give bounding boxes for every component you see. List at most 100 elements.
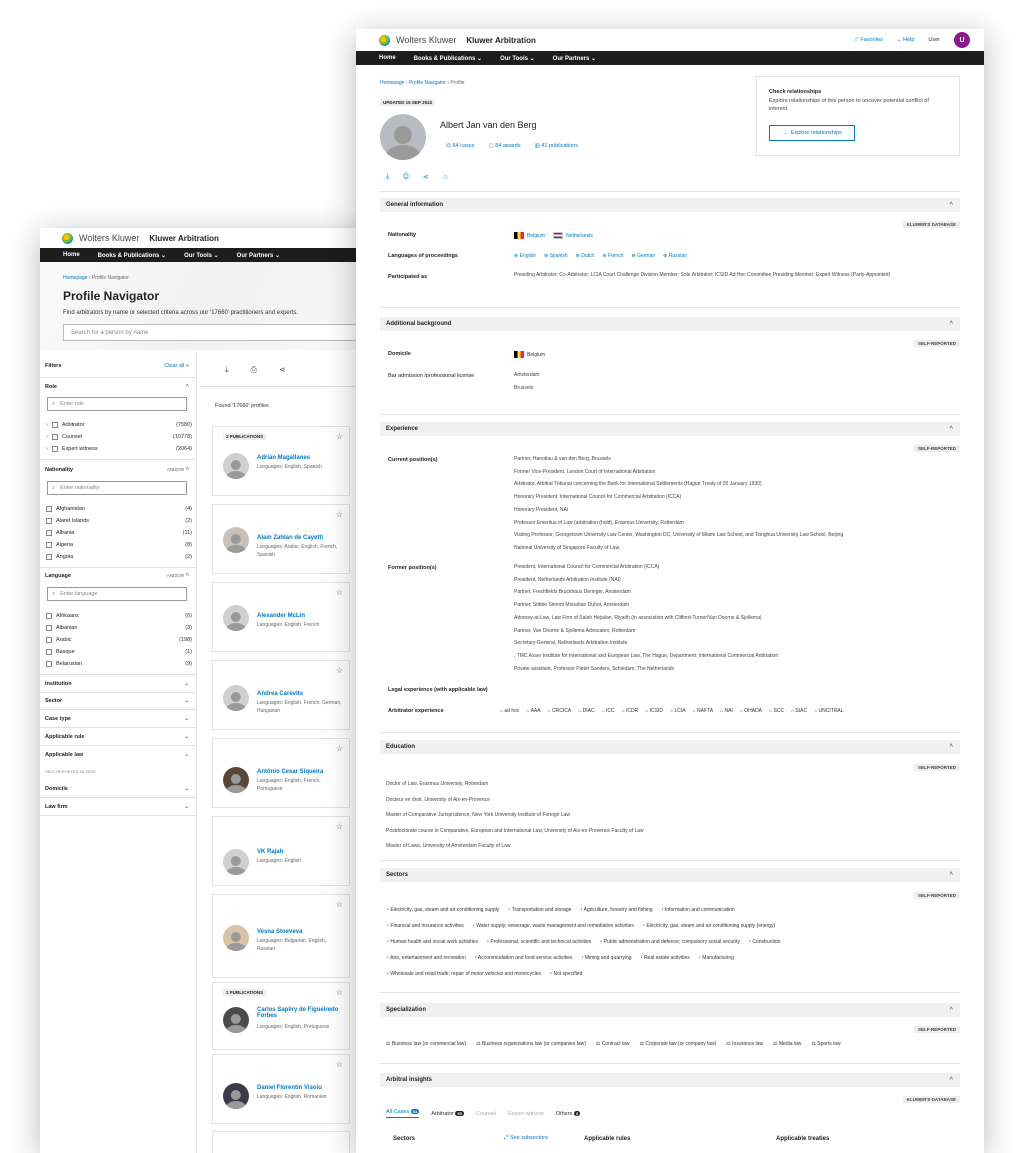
- institution-tag[interactable]: ⌂ NAFTA: [693, 708, 713, 714]
- profile-card[interactable]: ☆ Alain Zahlan de Cayetti Languages: Arabi…: [212, 504, 350, 574]
- language-option[interactable]: Afrikaans (6): [46, 613, 196, 619]
- logo[interactable]: Wolters Kluwer Kluwer Arbitration: [62, 232, 219, 244]
- star-icon[interactable]: ☆: [336, 900, 343, 909]
- see-subsectors-link[interactable]: ⤢ See subsectors: [504, 1135, 548, 1142]
- filter-sector[interactable]: Sector ⌄: [45, 698, 195, 704]
- tab-others[interactable]: Others 3: [556, 1110, 581, 1117]
- education-section[interactable]: Education ^: [380, 740, 960, 754]
- filter-law-firm[interactable]: Law firm ⌄: [45, 804, 195, 810]
- nationality-option[interactable]: Afghanistan (4): [46, 506, 196, 512]
- tab-expert-witness[interactable]: Expert witness: [508, 1111, 544, 1117]
- filter-applicable-law[interactable]: Applicable law ⌄: [45, 752, 195, 758]
- breadcrumb-navigator[interactable]: Profile Navigator: [409, 80, 446, 86]
- institution-tag[interactable]: ⌂ UNCITRAL: [814, 708, 843, 714]
- awards-link[interactable]: ▢ 84 awards: [488, 143, 520, 149]
- nationality-option[interactable]: Algeria (8): [46, 542, 196, 548]
- institution-tag[interactable]: ⌂ DIAC: [578, 708, 594, 714]
- star-icon[interactable]: ☆: [336, 744, 343, 753]
- logo[interactable]: Wolters Kluwer Kluwer Arbitration: [379, 34, 536, 46]
- menu-partners[interactable]: Our Partners ⌄: [553, 55, 596, 62]
- profile-name[interactable]: Carlos Sapliry de Figueiredo Forbes: [257, 1007, 349, 1019]
- filter-role[interactable]: Role ^: [45, 384, 195, 390]
- profile-card[interactable]: 2 PUBLICATIONS ☆ Adrián Magallanes Language…: [212, 426, 350, 496]
- profile-name[interactable]: Alain Zahlan de Cayetti: [257, 535, 323, 541]
- institution-tag[interactable]: ⌂ OHADA: [740, 708, 762, 714]
- institution-tag[interactable]: ⌂ LCIA: [670, 708, 686, 714]
- profile-card[interactable]: ☆ VK Rajah Languages: English: [212, 816, 350, 886]
- share-icon[interactable]: ⋖: [423, 173, 429, 181]
- role-option[interactable]: › Counsel (10778): [46, 434, 196, 440]
- filter-domicile[interactable]: Domicile ⌄: [45, 786, 195, 792]
- general-information-section[interactable]: General information ^: [380, 198, 960, 212]
- explore-relationships-button[interactable]: → Explore relationships: [769, 125, 855, 141]
- nationality-option[interactable]: Angola (2): [46, 554, 196, 560]
- download-icon[interactable]: ⤓: [386, 173, 389, 181]
- nationality-input[interactable]: ⌕ Enter nationality: [47, 481, 187, 495]
- profile-card[interactable]: 2 PUBLICATIONS ☆ Carlos Sapliry de Figueir…: [212, 982, 350, 1050]
- filter-applicable-rule[interactable]: Applicable rule ⌄: [45, 734, 195, 740]
- language-option[interactable]: Arabic (198): [46, 637, 196, 643]
- profile-name[interactable]: VK Rajah: [257, 849, 283, 855]
- menu-books[interactable]: Books & Publications ⌄: [98, 252, 166, 259]
- institution-tag[interactable]: ⌂ ICC: [602, 708, 615, 714]
- favorites-link[interactable]: ☆ Favorites: [854, 37, 883, 43]
- profile-card[interactable]: ☆ Andrea Carevits Languages: English, Fren…: [212, 660, 350, 730]
- menu-home[interactable]: Home: [379, 55, 396, 61]
- cases-link[interactable]: ⚖ 64 cases: [446, 143, 474, 149]
- clear-all-link[interactable]: Clear all: [164, 363, 184, 369]
- profile-card[interactable]: ☆ Alexander McLin Languages: English, Fren…: [212, 582, 350, 652]
- star-icon[interactable]: ☆: [336, 988, 343, 997]
- sectors-section[interactable]: Sectors ^: [380, 868, 960, 882]
- user-avatar[interactable]: U: [954, 32, 970, 48]
- filter-institution[interactable]: Institution ⌄: [45, 681, 195, 687]
- experience-section[interactable]: Experience ^: [380, 422, 960, 436]
- language-option[interactable]: Basque (1): [46, 649, 196, 655]
- profile-name[interactable]: Andrea Carevits: [257, 691, 303, 697]
- help-link[interactable]: ⌄ Help: [897, 37, 914, 43]
- profile-card[interactable]: [212, 1131, 350, 1153]
- profile-name[interactable]: Adrián Magallanes: [257, 455, 310, 461]
- profile-card[interactable]: ☆ Vesna Stoeveva Languages: Bulgarian, Eng…: [212, 894, 350, 978]
- nationality-option[interactable]: Aland Islands (2): [46, 518, 196, 524]
- menu-tools[interactable]: Our Tools ⌄: [184, 252, 219, 259]
- institution-tag[interactable]: ⌂ ICSID: [645, 708, 663, 714]
- institution-tag[interactable]: ⌂ ad hoc: [500, 708, 519, 714]
- collapse-panel-icon[interactable]: «: [186, 363, 189, 369]
- role-option[interactable]: › Expert witness (2064): [46, 446, 196, 452]
- breadcrumb-home[interactable]: Homepage: [63, 275, 87, 281]
- role-option[interactable]: › Arbitrator (7580): [46, 422, 196, 428]
- print-icon[interactable]: ⎙: [251, 365, 257, 375]
- institution-tag[interactable]: ⌂ SCC: [769, 708, 784, 714]
- star-icon[interactable]: ☆: [336, 1060, 343, 1069]
- share-icon[interactable]: ⋖: [279, 365, 286, 375]
- menu-partners[interactable]: Our Partners ⌄: [237, 252, 280, 259]
- filter-language[interactable]: Language AND|OR ^: [45, 573, 195, 579]
- profile-name[interactable]: Vesna Stoeveva: [257, 929, 302, 935]
- role-input[interactable]: ⌕ Enter role: [47, 397, 187, 411]
- filter-case-type[interactable]: Case type ⌄: [45, 716, 195, 722]
- language-option[interactable]: Albanian (3): [46, 625, 196, 631]
- language-input[interactable]: ⌕ Enter language: [47, 587, 187, 601]
- institution-tag[interactable]: ⌂ CRCICA: [548, 708, 572, 714]
- filter-nationality[interactable]: Nationality AND|OR ^: [45, 467, 195, 473]
- star-icon[interactable]: ☆: [443, 173, 449, 181]
- institution-tag[interactable]: ⌂ AAA: [526, 708, 540, 714]
- tab-arbitrator[interactable]: Arbitrator 55: [431, 1110, 464, 1117]
- profile-card[interactable]: ☆ Antônio Cesar Siqueira Languages: Englis…: [212, 738, 350, 808]
- star-icon[interactable]: ☆: [336, 666, 343, 675]
- institution-tag[interactable]: ⌂ ICDR: [622, 708, 639, 714]
- menu-home[interactable]: Home: [63, 252, 80, 258]
- nationality-option[interactable]: Albania (11): [46, 530, 196, 536]
- profile-name[interactable]: Antônio Cesar Siqueira: [257, 769, 323, 775]
- arbitral-insights-section[interactable]: Arbitral insights ^: [380, 1073, 960, 1087]
- additional-background-section[interactable]: Additional background ^: [380, 317, 960, 331]
- breadcrumb-home[interactable]: Homepage: [380, 80, 404, 86]
- star-icon[interactable]: ☆: [336, 432, 343, 441]
- menu-books[interactable]: Books & Publications ⌄: [414, 55, 482, 62]
- star-icon[interactable]: ☆: [336, 822, 343, 831]
- institution-tag[interactable]: ⌂ SIAC: [791, 708, 807, 714]
- download-icon[interactable]: ⤓: [225, 365, 229, 375]
- tab-counsel[interactable]: Counsel: [476, 1111, 496, 1117]
- publications-link[interactable]: ▥ 41 publications: [535, 143, 578, 149]
- tab-all-cases[interactable]: All Cases 64: [386, 1109, 420, 1118]
